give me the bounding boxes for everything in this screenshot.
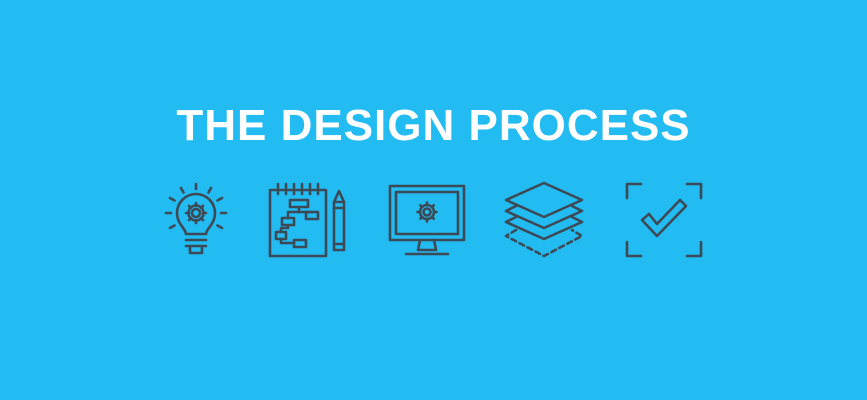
- design-process-banner: THE DESIGN PROCESS: [0, 0, 867, 400]
- lightbulb-gear-icon: [146, 178, 246, 264]
- page-title: THE DESIGN PROCESS: [176, 101, 691, 150]
- layers-stack-icon: [494, 178, 594, 264]
- flowchart-notepad-pencil-icon: [260, 178, 360, 264]
- monitor-gear-icon: [376, 178, 476, 264]
- icon-row: [0, 178, 867, 264]
- checkmark-frame-icon: [612, 178, 712, 264]
